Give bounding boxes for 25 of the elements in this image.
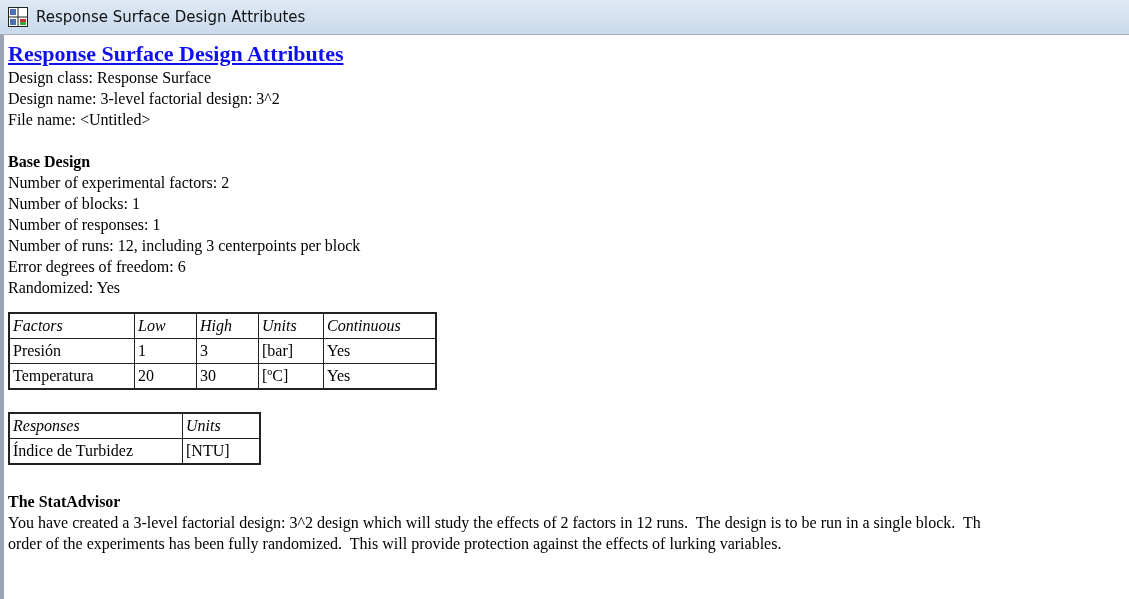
section-title: Base Design [8,152,92,172]
info-line: Design class: Response Surface [8,68,213,88]
info-line: Design name: 3-level factorial design: 3^2 [8,89,281,109]
column-header: Factors [9,313,135,339]
table-cell: 3 [196,338,259,364]
table-icon [8,7,28,27]
info-line: Number of responses: 1 [8,215,162,235]
column-header: Units [258,313,324,339]
section-title: The StatAdvisor [8,492,122,512]
column-header: High [196,313,259,339]
info-line: Number of experimental factors: 2 [8,173,231,193]
report-heading-link[interactable]: Response Surface Design Attributes [8,41,344,67]
info-line: Number of runs: 12, including 3 centerpoints per block [8,236,362,256]
advisor-text: order of the experiments has been fully randomized. This will provide protection against the effects of lurking variables. [8,534,783,554]
info-line: File name: <Untitled> [8,110,152,130]
info-line: Randomized: Yes [8,278,121,298]
column-header: Low [134,313,197,339]
window-title: Response Surface Design Attributes [36,8,306,26]
table-cell: [bar] [258,338,324,364]
table-cell: Presión [9,338,135,364]
column-header: Responses [9,413,183,439]
info-line: Error degrees of freedom: 6 [8,257,187,277]
advisor-text: You have created a 3-level factorial design: 3^2 design which will study the effects of 2 factors in 12 runs. The design is to be run in a single block. Th [8,513,982,533]
info-line: Number of blocks: 1 [8,194,141,214]
table-cell: 1 [134,338,197,364]
